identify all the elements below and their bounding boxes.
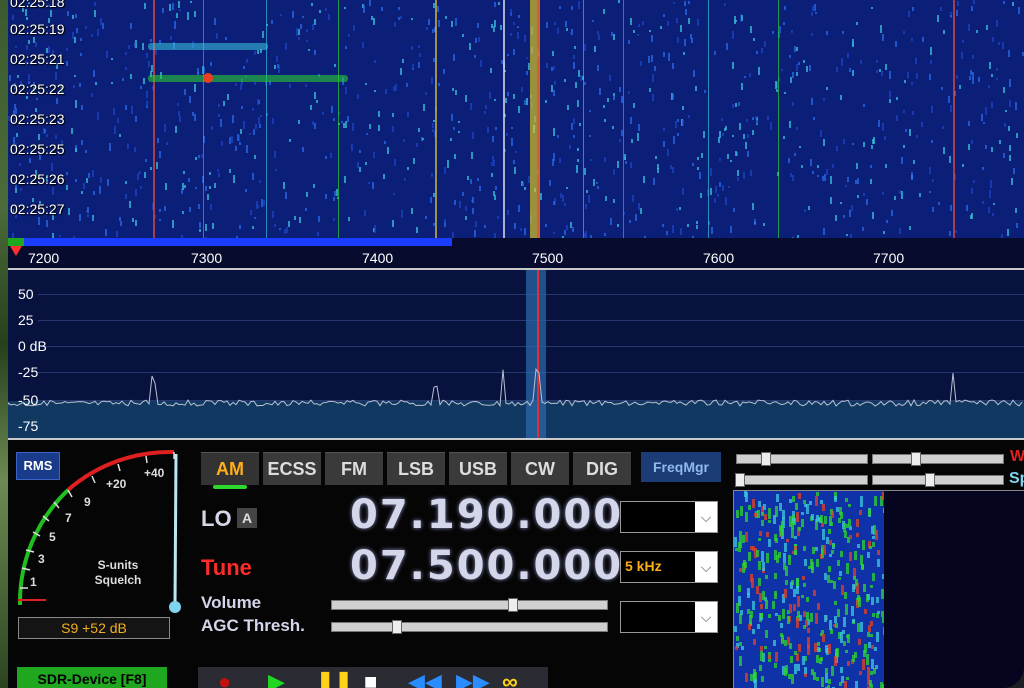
axis-tick-label: 7400 [362,250,394,266]
db-label: -50 [18,392,39,408]
waterfall-display[interactable]: 02:25:18 02:25:19 02:25:21 02:25:22 02:2… [8,0,1024,238]
spectrum-label: Sp [1009,470,1024,487]
slider-knob[interactable] [735,473,745,487]
s-scale-label: 1 [30,575,37,589]
background-strip [0,0,8,688]
s-scale-label: +20 [106,477,127,491]
mode-usb-button[interactable]: USB [449,452,507,485]
s-meter-caption: S-units [97,558,139,572]
timestamp: 02:25:27 [10,201,65,217]
audio-waterfall[interactable] [733,490,1024,688]
slider-knob[interactable] [392,620,402,634]
timestamp: 02:25:19 [10,21,65,37]
control-panel: RMS 1 3 5 7 9 +20 +40 S-units Squelch S9… [8,440,1024,688]
loop-icon[interactable]: ∞ [502,669,518,688]
slider-knob[interactable] [911,452,921,466]
waterfall-slider-1[interactable] [736,452,868,466]
lo-a-badge[interactable]: A [237,508,257,528]
signal-strength-readout: S9 +52 dB [18,617,170,639]
axis-tick-label: 7200 [28,250,60,266]
axis-tick-label: 7700 [873,250,905,266]
mode-dig-button[interactable]: DIG [573,452,631,485]
band-start-marker [8,238,24,246]
volume-label: Volume [201,593,262,612]
band-range-bar [24,238,452,246]
mode-am-button[interactable]: AM [201,452,259,489]
tune-label: Tune [201,555,252,580]
squelch-caption: Squelch [94,573,142,587]
lo-label: LO [201,506,232,531]
db-label: 0 dB [18,338,47,354]
timestamp: 02:25:26 [10,171,65,187]
play-icon[interactable]: ▶ [268,669,285,688]
waterfall-timestamps: 02:25:18 02:25:19 02:25:21 02:25:22 02:2… [8,0,88,238]
waterfall-slider-2[interactable] [872,452,1004,466]
lo-preset-dropdown[interactable]: ⌵ [620,501,718,533]
slider-knob[interactable] [925,473,935,487]
pause-icon[interactable]: ❚❚ [316,669,353,688]
mode-lsb-button[interactable]: LSB [387,452,445,485]
step-size-dropdown[interactable]: 5 kHz ⌵ [620,551,718,583]
timestamp: 02:25:22 [10,81,65,97]
agc-dropdown[interactable]: ⌵ [620,601,718,633]
s-scale-label: +40 [144,466,165,480]
timestamp: 02:25:25 [10,141,65,157]
agc-threshold-label: AGC Thresh. [201,616,305,635]
waterfall-label: W [1010,448,1024,465]
slider-knob[interactable] [508,598,518,612]
fast-forward-icon[interactable]: ▶▶ [456,669,490,688]
band-marker-icon [10,246,22,256]
chevron-down-icon: ⌵ [695,502,717,532]
spectrum-slider-2[interactable] [872,473,1004,487]
db-label: -75 [18,418,39,434]
sdr-application-window: 02:25:18 02:25:19 02:25:21 02:25:22 02:2… [0,0,1024,688]
agc-threshold-slider[interactable] [331,620,608,634]
db-label: -25 [18,364,39,380]
spectrum-display[interactable]: 50 25 0 dB -25 -50 -75 [8,270,1024,438]
axis-tick-label: 7600 [703,250,735,266]
mode-cw-button[interactable]: CW [511,452,569,485]
spectrum-slider-1[interactable] [735,473,868,487]
timestamp: 02:25:18 [10,0,65,10]
db-label: 25 [18,312,34,328]
freq-manager-button[interactable]: FreqMgr [641,452,721,482]
s-scale-label: 7 [65,511,72,525]
lo-frequency-display[interactable]: 07.190.000 [350,492,623,538]
step-size-value: 5 kHz [625,558,662,574]
audio-waterfall-canvas [734,491,884,688]
rewind-icon[interactable]: ◀◀ [408,669,442,688]
chevron-down-icon: ⌵ [695,552,717,582]
slider-knob[interactable] [761,452,771,466]
axis-tick-label: 7500 [532,250,564,266]
axis-tick-label: 7300 [191,250,223,266]
tune-frequency-display[interactable]: 07.500.000 [350,543,623,589]
mode-label: AM [216,459,244,479]
active-mode-indicator [213,485,247,489]
stop-icon[interactable]: ■ [364,669,377,688]
spectrum-trace [8,367,1023,408]
mode-fm-button[interactable]: FM [325,452,383,485]
timestamp: 02:25:21 [10,51,65,67]
s-scale-label: 3 [38,552,45,566]
mode-ecss-button[interactable]: ECSS [263,452,321,485]
s-scale-label: 5 [49,530,56,544]
record-icon[interactable]: ● [218,669,231,688]
db-label: 50 [18,286,34,302]
waterfall-canvas [8,0,1024,238]
s-scale-label: 9 [84,495,91,509]
volume-slider[interactable] [331,598,608,612]
chevron-down-icon: ⌵ [695,602,717,632]
frequency-axis[interactable]: 7200 7300 7400 7500 7600 7700 [8,238,1024,270]
sdr-device-button[interactable]: SDR-Device [F8] [17,667,167,688]
recording-transport: ● ▶ ❚❚ ■ ◀◀ ▶▶ ∞ [198,667,548,688]
timestamp: 02:25:23 [10,111,65,127]
